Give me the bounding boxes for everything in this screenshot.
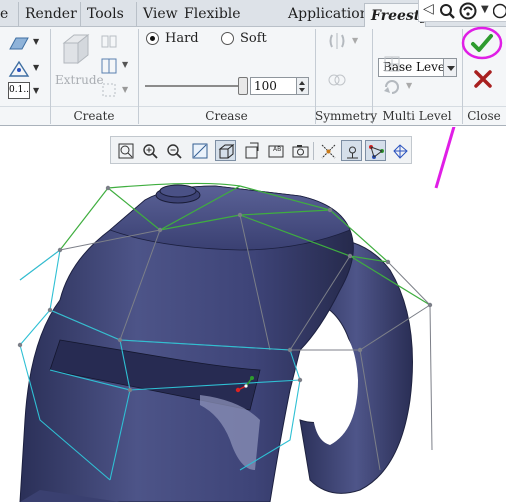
camera-button[interactable] bbox=[289, 140, 310, 161]
dropdown-arrow-icon[interactable]: ▼ bbox=[481, 4, 489, 15]
zoom-in-icon bbox=[143, 144, 158, 159]
freestyle-model-view[interactable] bbox=[0, 58, 506, 502]
datum-display-icon bbox=[321, 144, 336, 159]
annotation-arrow bbox=[434, 58, 475, 189]
x-icon[interactable] bbox=[473, 69, 493, 89]
group-label-create: Create bbox=[73, 109, 115, 123]
extrude-label: Extrude bbox=[55, 73, 104, 87]
view-manager-icon: AB bbox=[268, 145, 284, 158]
level-grid-icon[interactable] bbox=[382, 54, 402, 74]
saved-orientations-button[interactable] bbox=[241, 140, 262, 161]
spin-center-icon bbox=[347, 146, 358, 159]
split-tool-icon[interactable] bbox=[100, 33, 118, 49]
help-question-icon[interactable] bbox=[493, 3, 506, 19]
symmetry-link-icon[interactable] bbox=[326, 71, 348, 89]
crease-value-spinner[interactable] bbox=[297, 77, 309, 95]
align-tool-icon[interactable] bbox=[100, 57, 118, 75]
search-icon[interactable] bbox=[439, 3, 455, 19]
vertex-tool-icon[interactable] bbox=[8, 60, 30, 78]
help-icon[interactable] bbox=[459, 2, 477, 20]
annotation-circle bbox=[461, 26, 503, 60]
zoom-in-button[interactable] bbox=[139, 140, 160, 161]
crease-value-field[interactable]: 100 bbox=[250, 77, 297, 95]
dropdown-arrow-icon[interactable]: ▼ bbox=[33, 86, 39, 95]
tab-view[interactable]: View bbox=[136, 2, 180, 27]
graphics-viewport[interactable] bbox=[0, 58, 506, 502]
ribbon-tab-bar: e Render Tools View Flexible Modeling Ap… bbox=[0, 0, 506, 47]
group-label-multi-level: Multi Level bbox=[382, 109, 452, 123]
extrude-icon[interactable] bbox=[60, 31, 90, 67]
dropdown-arrow-icon[interactable]: ▼ bbox=[122, 60, 128, 69]
surface-icon[interactable] bbox=[8, 35, 30, 51]
view-manager-button[interactable]: AB bbox=[265, 140, 286, 161]
group-label-close: Close bbox=[467, 109, 501, 123]
camera-icon bbox=[292, 145, 309, 158]
mesh-display-button[interactable] bbox=[389, 140, 410, 161]
group-label-symmetry: Symmetry bbox=[315, 109, 378, 123]
orientation-icon bbox=[245, 142, 259, 159]
repaint-icon bbox=[192, 143, 208, 159]
refit-icon bbox=[118, 143, 134, 159]
spout-knob-top bbox=[159, 184, 197, 198]
tab-tools[interactable]: Tools bbox=[80, 2, 132, 27]
spin-center-button[interactable] bbox=[341, 140, 362, 161]
display-style-button[interactable] bbox=[215, 140, 236, 161]
cage-display-button[interactable] bbox=[365, 140, 386, 161]
zoom-out-icon bbox=[167, 144, 182, 159]
crease-slider-track[interactable] bbox=[145, 85, 247, 87]
group-label-crease: Crease bbox=[205, 109, 248, 123]
toolbar-separator bbox=[313, 142, 314, 160]
dropdown-arrow-icon[interactable]: ▼ bbox=[33, 37, 39, 46]
zoom-out-button[interactable] bbox=[163, 140, 184, 161]
tab-render[interactable]: Render bbox=[18, 2, 78, 27]
tab-model[interactable]: e bbox=[0, 2, 14, 27]
level-transform-icon[interactable] bbox=[382, 77, 402, 97]
soft-label: Soft bbox=[240, 31, 267, 46]
mesh-display-icon bbox=[393, 144, 408, 159]
cage-display-icon bbox=[369, 145, 384, 159]
group-label-bar bbox=[0, 106, 506, 107]
quick-access-area: ◁ ▼ bbox=[418, 0, 506, 22]
shaded-cube-icon bbox=[218, 143, 235, 159]
mesh-tool-icon[interactable] bbox=[100, 81, 118, 99]
tri-down-icon[interactable]: ◁ bbox=[423, 1, 434, 17]
datum-display-button[interactable] bbox=[317, 140, 338, 161]
svg-text:AB: AB bbox=[273, 146, 281, 153]
repaint-button[interactable] bbox=[189, 140, 210, 161]
hard-label: Hard bbox=[165, 31, 199, 46]
tab-applications[interactable]: Applications bbox=[282, 2, 376, 27]
dropdown-arrow-icon[interactable] bbox=[443, 58, 457, 77]
refit-button[interactable] bbox=[115, 140, 136, 161]
dropdown-arrow-icon[interactable]: ▼ bbox=[406, 81, 412, 90]
dropdown-arrow-icon[interactable]: ▼ bbox=[33, 63, 39, 72]
tab-flexible-modeling[interactable]: Flexible Modeling bbox=[178, 2, 288, 47]
small-value-field[interactable]: 0.1.. bbox=[8, 82, 30, 99]
mirror-icon[interactable] bbox=[326, 31, 348, 51]
graphics-toolbar: AB bbox=[110, 136, 412, 164]
tab-freestyle[interactable]: Freestyle bbox=[364, 3, 443, 28]
crease-slider-thumb[interactable] bbox=[238, 77, 248, 95]
hard-radio[interactable] bbox=[146, 32, 159, 45]
dropdown-arrow-icon[interactable]: ▼ bbox=[122, 85, 128, 94]
dropdown-arrow-icon[interactable]: ▼ bbox=[352, 36, 358, 45]
soft-radio[interactable] bbox=[221, 32, 234, 45]
